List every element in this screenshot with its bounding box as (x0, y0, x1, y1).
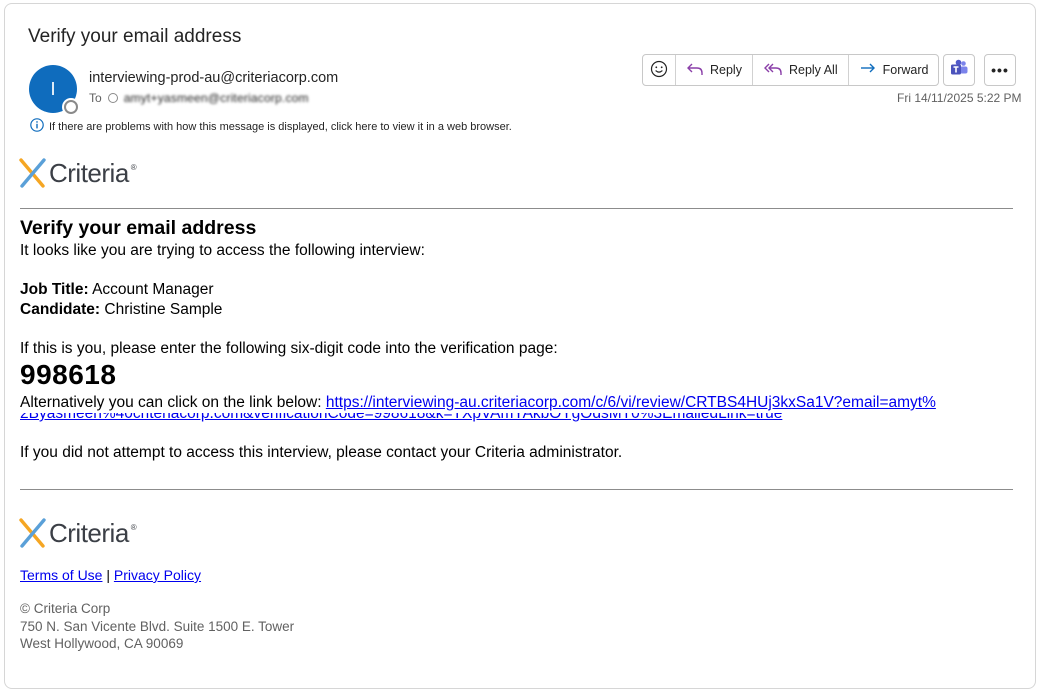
reply-label: Reply (710, 63, 742, 77)
address-line-1: 750 N. San Vicente Blvd. Suite 1500 E. T… (20, 618, 295, 634)
verification-code: 998618 (20, 359, 117, 390)
message-actions-toolbar: Reply Reply All Forward (642, 54, 940, 86)
display-problem-notice[interactable]: If there are problems with how this mess… (30, 118, 512, 135)
candidate-label: Candidate: (20, 301, 101, 318)
reply-button[interactable]: Reply (676, 55, 753, 85)
alternative-link-block: Alternatively you can click on the link … (20, 393, 1013, 424)
message-subject: Verify your email address (28, 26, 242, 47)
to-label: To (89, 91, 102, 105)
more-actions-button[interactable]: ••• (984, 54, 1016, 86)
recipient-address[interactable]: amyt+yasmeen@criteriacorp.com (124, 91, 309, 105)
reply-all-button[interactable]: Reply All (753, 55, 849, 85)
not-you-text: If you did not attempt to access this in… (20, 444, 623, 461)
candidate-value: Christine Sample (104, 301, 223, 318)
teams-button[interactable] (943, 54, 975, 86)
footer-link-divider: | (106, 567, 110, 583)
email-body: Criteria ® Verify your email address It … (19, 150, 1013, 653)
footer-logo-registered-mark: ® (130, 522, 137, 532)
job-title-value: Account Manager (92, 281, 214, 298)
terms-of-use-link[interactable]: Terms of Use (20, 567, 102, 583)
intro-text: It looks like you are trying to access t… (20, 242, 425, 259)
criteria-logo-mark-icon (19, 158, 46, 188)
criteria-logo: Criteria ® (19, 157, 1013, 189)
footer-logo-text: Criteria (49, 517, 129, 548)
privacy-policy-link[interactable]: Privacy Policy (114, 567, 201, 583)
reply-all-label: Reply All (788, 63, 838, 77)
company-address: © Criteria Corp 750 N. San Vicente Blvd.… (20, 600, 1013, 653)
teams-icon (949, 58, 969, 83)
presence-status-icon (64, 100, 78, 114)
verification-link[interactable]: https://interviewing-au.criteriacorp.com… (326, 394, 936, 411)
sender-address[interactable]: interviewing-prod-au@criteriacorp.com (89, 70, 338, 86)
reply-all-icon (763, 61, 783, 80)
header-divider (20, 208, 1013, 209)
forward-icon (859, 61, 877, 80)
alt-text: Alternatively you can click on the link … (20, 394, 322, 411)
recipient-presence-icon (107, 93, 118, 103)
code-intro-text: If this is you, please enter the followi… (20, 340, 558, 357)
info-notice-text: If there are problems with how this mess… (49, 120, 512, 133)
logo-text: Criteria (49, 157, 129, 188)
forward-button[interactable]: Forward (849, 55, 939, 85)
footer-criteria-logo: Criteria ® (19, 517, 1013, 549)
footer-logo-mark-icon (19, 518, 46, 548)
interview-details: Job Title: Account Manager Candidate: Ch… (20, 281, 1013, 319)
logo-registered-mark: ® (130, 162, 137, 172)
footer-links: Terms of Use | Privacy Policy (20, 567, 1013, 583)
copyright-text: © Criteria Corp (20, 601, 111, 616)
address-line-2: West Hollywood, CA 90069 (20, 636, 184, 651)
forward-label: Forward (882, 63, 929, 77)
footer-divider (20, 489, 1013, 490)
message-datetime: Fri 14/11/2025 5:22 PM (897, 91, 1022, 105)
react-button[interactable] (643, 55, 676, 85)
recipient-row: To amyt+yasmeen@criteriacorp.com (89, 91, 309, 105)
info-icon (30, 118, 44, 135)
job-title-label: Job Title: (20, 281, 89, 298)
smiley-icon (650, 60, 668, 81)
verification-link-continued[interactable]: 2Byasmeen%40criteriacorp.com&verificatio… (20, 413, 782, 422)
reply-icon (686, 61, 704, 80)
email-heading: Verify your email address (20, 217, 257, 239)
